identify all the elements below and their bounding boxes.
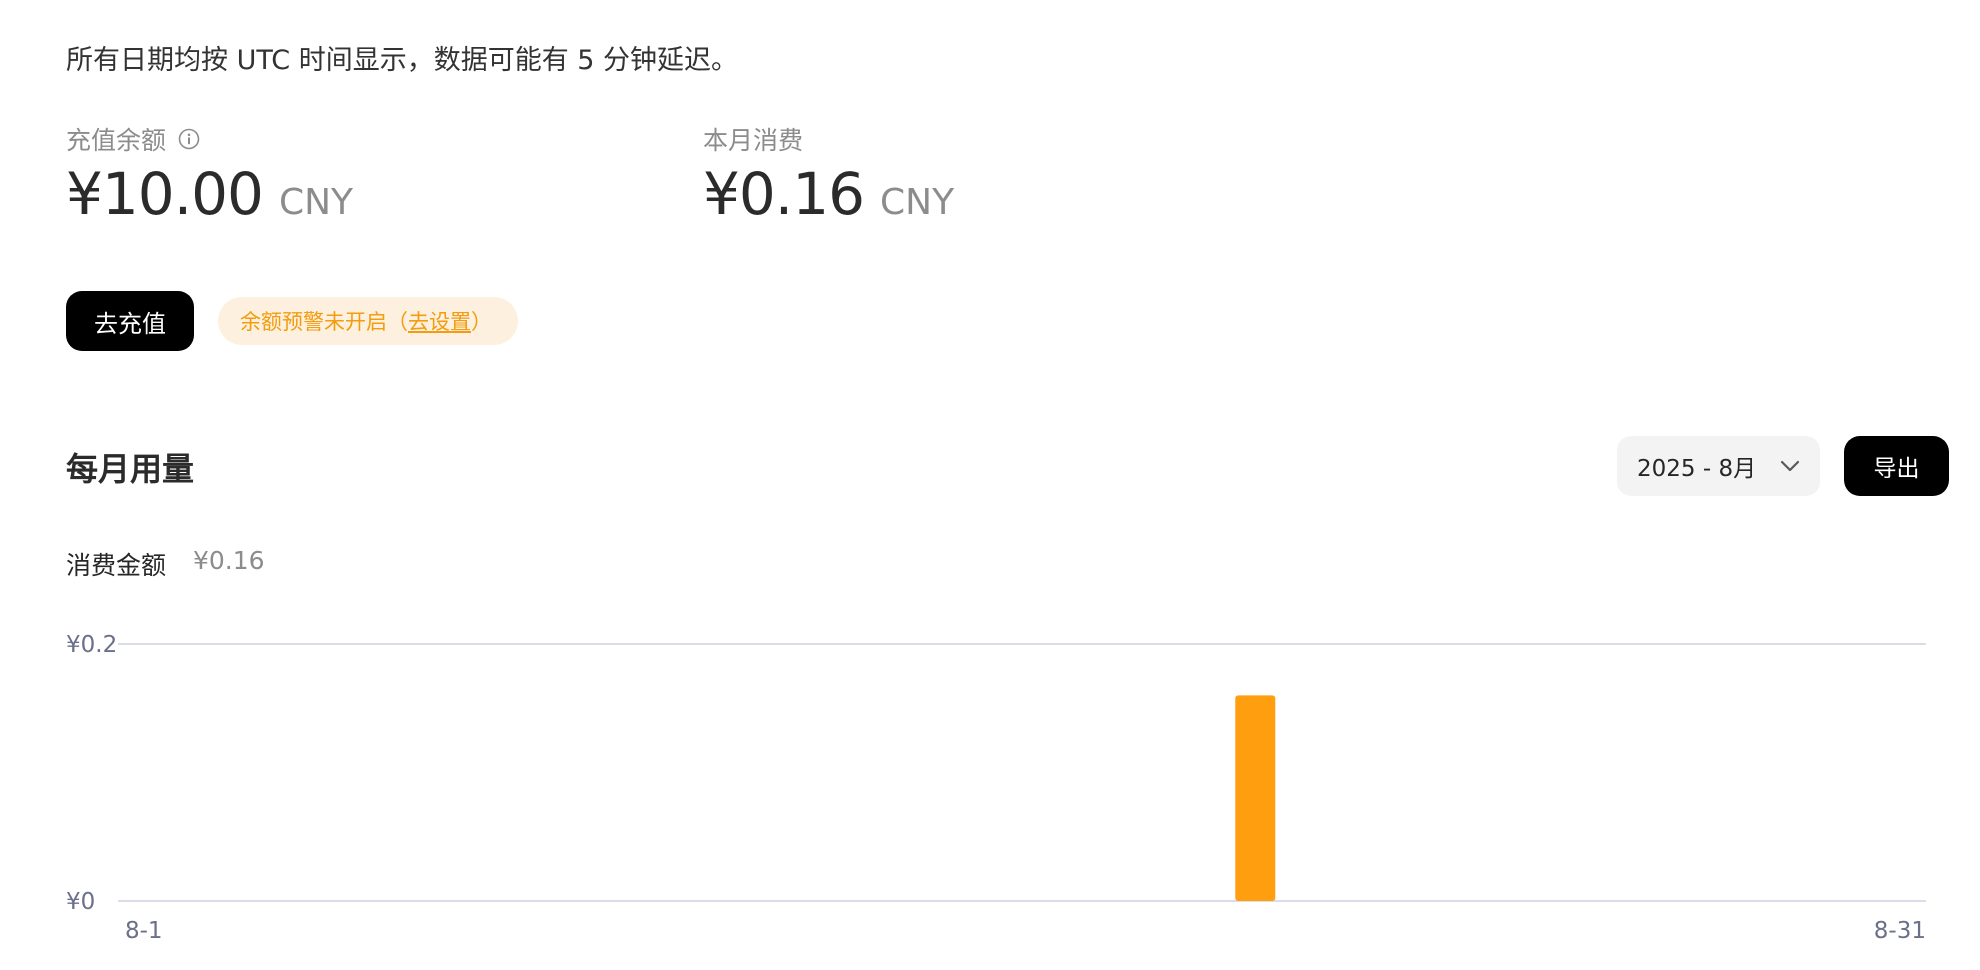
info-circle-icon[interactable] [178,128,200,150]
monthly-spend-label-row: 本月消费 [703,121,803,157]
balance-label: 充值余额 [66,126,167,155]
month-selector[interactable]: 2025 - 8月 [1617,436,1820,496]
utc-notice: 所有日期均按 UTC 时间显示，数据可能有 5 分钟延迟。 [66,45,739,76]
cost-amount-value: ¥0.16 [193,546,265,575]
monthly-usage-title: 每月用量 [66,450,195,488]
chevron-down-icon [1780,460,1800,472]
balance-alert-suffix: ） [471,310,492,334]
balance-alert-badge: 余额预警未开启（ 去设置） [218,297,518,345]
x-tick-label: 8-1 [125,918,163,944]
x-tick-label: 8-31 [1874,918,1926,944]
y-tick-label: ¥0.2 [66,632,117,658]
balance-alert-text: 余额预警未开启（ [240,310,408,334]
month-selector-value: 2025 - 8月 [1637,456,1757,482]
balance-value: ¥10.00 CNY [66,160,353,228]
y-tick-label: ¥0 [66,889,95,915]
balance-currency: CNY [278,182,354,223]
export-button[interactable]: 导出 [1844,436,1949,496]
balance-label-row: 充值余额 [66,121,200,157]
monthly-spend-amount: ¥0.16 [703,160,865,228]
monthly-spend-label: 本月消费 [703,126,804,155]
balance-amount: ¥10.00 [66,160,264,228]
monthly-spend-value: ¥0.16 CNY [703,160,954,228]
daily-usage-bar-chart: ¥0 ¥0.2 8-1 8-31 [66,632,1926,944]
recharge-button[interactable]: 去充值 [66,291,194,351]
bar-8-20 [1235,695,1276,901]
monthly-spend-currency: CNY [880,182,955,223]
cost-amount-label: 消费金额 [66,551,167,580]
alert-settings-link[interactable]: 去设置 [408,306,471,336]
